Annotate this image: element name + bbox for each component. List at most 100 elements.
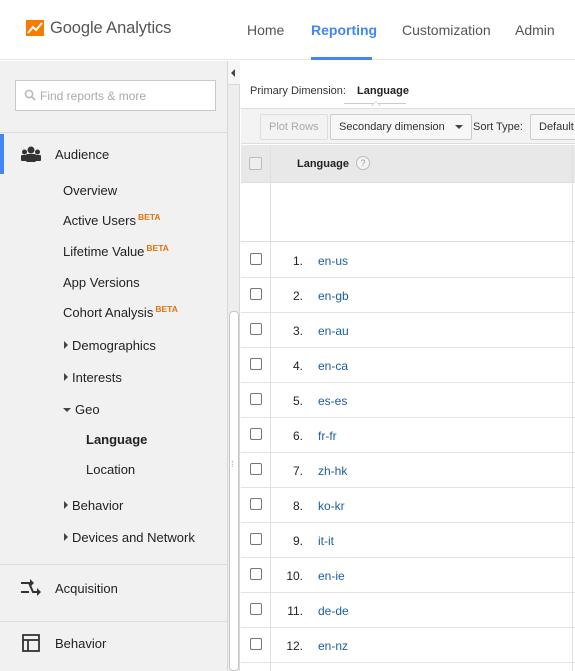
sidebar-divider — [0, 621, 227, 622]
primary-dimension-value[interactable]: Language — [357, 85, 409, 97]
row-number: 3. — [292, 324, 303, 338]
row-number: 10. — [286, 569, 303, 583]
row-number: 11. — [287, 604, 303, 618]
row-language-link[interactable]: en-au — [318, 324, 349, 338]
row-number: 9. — [292, 534, 303, 548]
row-language-link[interactable]: en-us — [318, 254, 348, 268]
row-checkbox[interactable] — [250, 638, 262, 650]
sidebar-section-behavior[interactable]: Behavior — [0, 623, 227, 663]
collapse-sidebar-button[interactable] — [228, 61, 240, 85]
acquisition-icon — [21, 579, 41, 596]
beta-badge: BETA — [146, 243, 169, 253]
row-number: 1. — [292, 254, 303, 268]
row-checkbox[interactable] — [250, 288, 262, 300]
dropdown-caret-icon — [454, 125, 463, 129]
table-row: 9. it-it — [241, 523, 575, 558]
row-checkbox[interactable] — [250, 568, 262, 580]
row-checkbox[interactable] — [250, 323, 262, 335]
nav-customization[interactable]: Customization — [402, 22, 491, 38]
table-header: Language ? — [241, 145, 575, 183]
sidebar-item-cohort-analysis[interactable]: Cohort Analysis BETA — [63, 304, 178, 320]
expand-arrow-icon — [64, 533, 68, 541]
help-icon[interactable]: ? — [356, 156, 370, 170]
table-row: 7. zh-hk — [241, 453, 575, 488]
totals-row — [241, 183, 575, 242]
beta-badge: BETA — [137, 212, 161, 222]
expand-arrow-icon — [64, 373, 68, 381]
behavior-icon — [22, 634, 40, 652]
table-row: 8. ko-kr — [241, 488, 575, 523]
sidebar-scrollbar-thumb[interactable] — [229, 311, 239, 671]
report-toolbar: Plot Rows Secondary dimension Sort Type:… — [241, 108, 575, 144]
row-number: 8. — [292, 499, 303, 513]
sidebar-section-label: Acquisition — [55, 580, 118, 596]
chevron-left-icon — [231, 69, 235, 77]
sidebar-section-label: Audience — [55, 146, 110, 162]
sidebar-item-devices-network[interactable]: Devices and Network — [64, 530, 195, 545]
table-row: 1. en-us — [241, 243, 575, 278]
logo[interactable]: Google Analytics — [26, 18, 171, 38]
selected-caret-inner — [372, 102, 380, 106]
sidebar-item-language[interactable]: Language — [86, 432, 147, 447]
nav-reporting[interactable]: Reporting — [311, 22, 377, 38]
sidebar-item-behavior[interactable]: Behavior — [64, 498, 123, 513]
row-language-link[interactable]: fr-fr — [318, 429, 337, 443]
nav-home[interactable]: Home — [247, 22, 284, 38]
table-row: 11. de-de — [241, 593, 575, 628]
scroll-grip-icon: ⁞ — [231, 459, 234, 469]
sidebar-item-demographics[interactable]: Demographics — [64, 338, 156, 353]
table-row: 12. en-nz — [241, 628, 575, 663]
table-row: 10. en-ie — [241, 558, 575, 593]
plot-rows-button[interactable]: Plot Rows — [260, 114, 328, 140]
row-language-link[interactable]: it-it — [318, 534, 334, 548]
sidebar-section-audience[interactable]: Audience — [0, 134, 227, 174]
row-language-link[interactable]: es-es — [318, 394, 347, 408]
row-checkbox[interactable] — [250, 253, 262, 265]
sidebar-item-location[interactable]: Location — [86, 462, 135, 477]
row-language-link[interactable]: en-nz — [318, 639, 348, 653]
table-row: 6. fr-fr — [241, 418, 575, 453]
sidebar-item-interests[interactable]: Interests — [64, 370, 122, 385]
sidebar-section-acquisition[interactable]: Acquisition — [0, 568, 227, 608]
audience-icon — [21, 146, 41, 162]
row-checkbox[interactable] — [250, 603, 262, 615]
sidebar-divider — [0, 564, 227, 565]
row-checkbox[interactable] — [250, 463, 262, 475]
app-title: Google Analytics — [50, 18, 172, 37]
expand-arrow-icon — [64, 341, 68, 349]
sidebar-item-active-users[interactable]: Active Users BETA — [63, 212, 161, 228]
sidebar-item-lifetime-value[interactable]: Lifetime Value BETA — [63, 243, 169, 259]
primary-dimension: Primary Dimension: Language — [250, 85, 409, 97]
row-checkbox[interactable] — [250, 533, 262, 545]
sidebar-item-overview[interactable]: Overview — [63, 183, 117, 198]
row-number: 7. — [292, 464, 303, 478]
sort-type-label: Sort Type: — [473, 121, 523, 133]
sidebar-item-app-versions[interactable]: App Versions — [63, 275, 140, 290]
row-language-link[interactable]: en-gb — [318, 289, 349, 303]
row-checkbox[interactable] — [250, 393, 262, 405]
nav-admin[interactable]: Admin — [515, 22, 555, 38]
table-row: 4. en-ca — [241, 348, 575, 383]
primary-dimension-label: Primary Dimension: — [250, 85, 346, 97]
row-checkbox[interactable] — [250, 358, 262, 370]
secondary-dimension-dropdown[interactable]: Secondary dimension — [330, 114, 472, 140]
row-language-link[interactable]: en-ie — [318, 569, 345, 583]
select-all-checkbox[interactable] — [249, 157, 262, 170]
sort-type-dropdown[interactable]: Default — [530, 114, 575, 140]
search-input[interactable] — [40, 87, 210, 105]
row-language-link[interactable]: ko-kr — [318, 499, 345, 513]
analytics-logo-icon — [26, 20, 44, 36]
row-language-link[interactable]: en-ca — [318, 359, 348, 373]
column-header-language[interactable]: Language — [297, 158, 349, 170]
top-header: Google Analytics Home Reporting Customiz… — [0, 0, 575, 60]
search-box[interactable] — [15, 80, 216, 111]
row-checkbox[interactable] — [250, 428, 262, 440]
sidebar-section-label: Behavior — [55, 635, 107, 651]
sidebar-item-geo[interactable]: Geo — [63, 402, 100, 417]
row-language-link[interactable]: zh-hk — [318, 464, 347, 478]
row-language-link[interactable]: de-de — [318, 604, 349, 618]
table-row: 3. en-au — [241, 313, 575, 348]
row-number: 12. — [286, 639, 303, 653]
search-icon — [24, 89, 36, 101]
row-checkbox[interactable] — [250, 498, 262, 510]
